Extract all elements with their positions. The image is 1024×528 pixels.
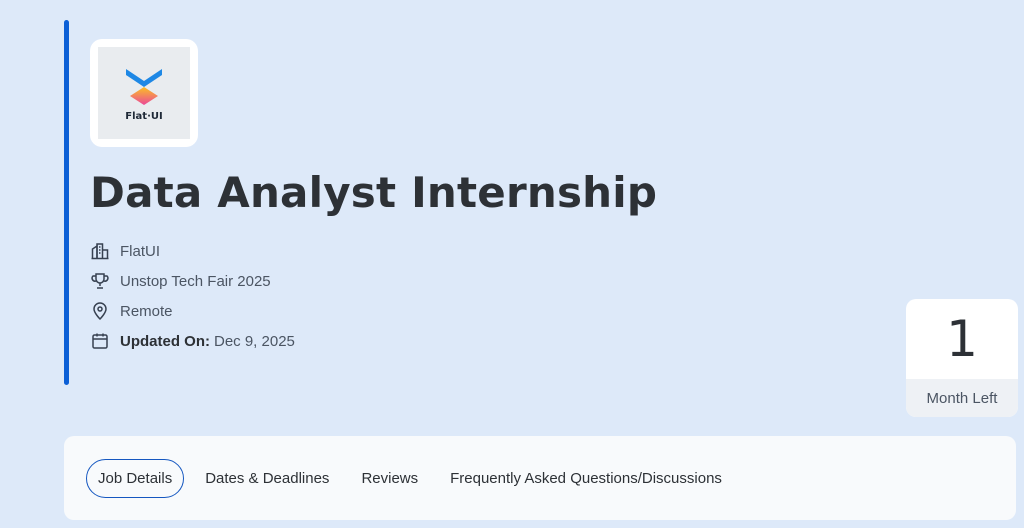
flatui-logo-icon [126, 68, 162, 105]
tab-dates-deadlines[interactable]: Dates & Deadlines [194, 460, 340, 497]
location-text: Remote [120, 302, 173, 320]
countdown-value: 1 [946, 310, 978, 368]
countdown-label: Month Left [906, 379, 1018, 417]
updated-row: Updated On: Dec 9, 2025 [90, 326, 295, 356]
event-name: Unstop Tech Fair 2025 [120, 272, 271, 290]
job-meta: FlatUI Unstop Tech Fair 2025 Remote Upda… [90, 236, 295, 356]
updated-label: Updated On: [120, 332, 210, 350]
page-title: Data Analyst Internship [90, 168, 658, 217]
company-name: FlatUI [120, 242, 161, 260]
tab-job-details[interactable]: Job Details [86, 458, 185, 498]
calendar-icon [92, 333, 108, 349]
location-pin-icon [93, 302, 107, 321]
accent-bar [64, 20, 69, 385]
countdown-card: 1 Month Left [906, 299, 1018, 417]
company-logo: Flat·UI [90, 39, 198, 147]
logo-text: Flat·UI [125, 110, 163, 122]
updated-date: Dec 9, 2025 [214, 332, 295, 350]
tab-reviews[interactable]: Reviews [350, 460, 429, 497]
company-row: FlatUI [90, 236, 295, 266]
tab-faq-discussions[interactable]: Frequently Asked Questions/Discussions [439, 460, 733, 497]
location-row: Remote [90, 296, 295, 326]
building-icon [91, 243, 109, 260]
event-row: Unstop Tech Fair 2025 [90, 266, 295, 296]
tab-bar: Job Details Dates & Deadlines Reviews Fr… [64, 436, 1016, 520]
logo-image: Flat·UI [98, 47, 190, 139]
trophy-icon [91, 273, 109, 289]
